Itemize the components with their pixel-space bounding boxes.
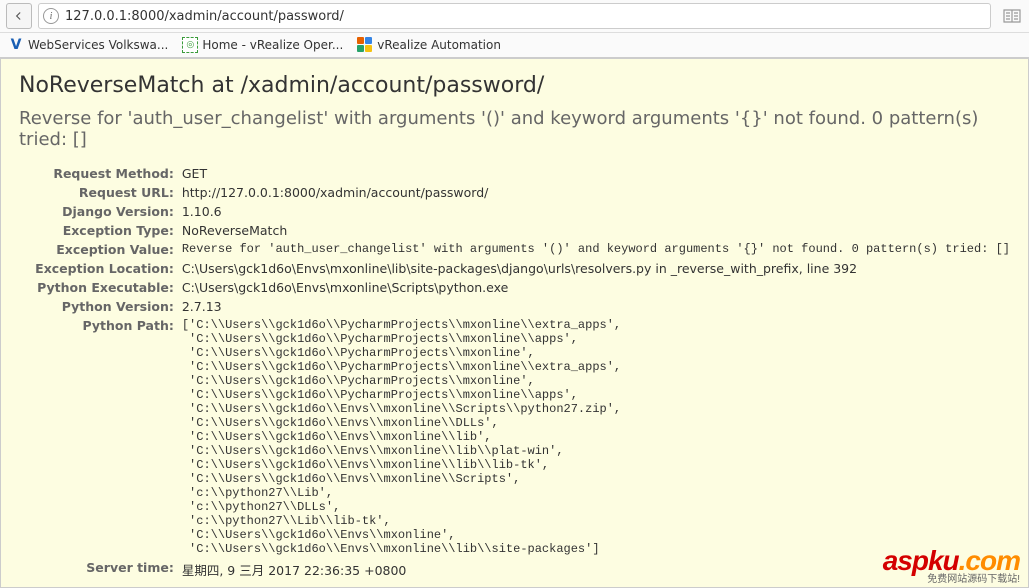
table-row: Exception Value: Reverse for 'auth_user_… — [19, 240, 1010, 259]
label-server-time: Server time: — [19, 558, 182, 581]
label-request-method: Request Method: — [19, 164, 182, 183]
table-row: Server time: 星期四, 9 三月 2017 22:36:35 +08… — [19, 558, 1010, 581]
table-row: Request Method: GET — [19, 164, 1010, 183]
table-row: Python Path: ['C:\\Users\\gck1d6o\\Pycha… — [19, 316, 1010, 558]
navigation-bar: i 127.0.0.1:8000/xadmin/account/password… — [0, 0, 1029, 33]
value-exception-value: Reverse for 'auth_user_changelist' with … — [182, 240, 1010, 259]
bookmark-vrealize-icon: ◎ — [182, 37, 198, 53]
url-text: 127.0.0.1:8000/xadmin/account/password/ — [65, 9, 986, 24]
url-bar[interactable]: i 127.0.0.1:8000/xadmin/account/password… — [38, 3, 991, 29]
label-request-url: Request URL: — [19, 183, 182, 202]
reader-mode-icon[interactable] — [1001, 7, 1023, 25]
value-request-method: GET — [182, 164, 1010, 183]
bookmark-label: Home - vRealize Oper... — [202, 38, 343, 52]
error-meta-table: Request Method: GET Request URL: http://… — [19, 164, 1010, 581]
value-request-url: http://127.0.0.1:8000/xadmin/account/pas… — [182, 183, 1010, 202]
bookmark-label: vRealize Automation — [377, 38, 501, 52]
label-exception-value: Exception Value: — [19, 240, 182, 259]
error-title: NoReverseMatch at /xadmin/account/passwo… — [19, 73, 1010, 98]
bookmark-vrealize-auto[interactable]: vRealize Automation — [357, 37, 501, 53]
error-subtitle: Reverse for 'auth_user_changelist' with … — [19, 108, 1010, 150]
table-row: Python Version: 2.7.13 — [19, 297, 1010, 316]
watermark-subtitle: 免费网站源码下载站! — [883, 575, 1020, 585]
label-python-executable: Python Executable: — [19, 278, 182, 297]
back-button[interactable] — [6, 3, 32, 29]
bookmark-squares-icon — [357, 37, 373, 53]
label-python-version: Python Version: — [19, 297, 182, 316]
value-python-executable: C:\Users\gck1d6o\Envs\mxonline\Scripts\p… — [182, 278, 1010, 297]
arrow-left-icon — [12, 9, 26, 23]
value-django-version: 1.10.6 — [182, 202, 1010, 221]
label-exception-type: Exception Type: — [19, 221, 182, 240]
table-row: Python Executable: C:\Users\gck1d6o\Envs… — [19, 278, 1010, 297]
info-icon[interactable]: i — [43, 8, 59, 24]
django-error-page: NoReverseMatch at /xadmin/account/passwo… — [0, 58, 1029, 588]
value-python-version: 2.7.13 — [182, 297, 1010, 316]
watermark: aspku.com 免费网站源码下载站! — [883, 547, 1020, 585]
value-python-path: ['C:\\Users\\gck1d6o\\PycharmProjects\\m… — [182, 316, 1010, 558]
label-python-path: Python Path: — [19, 316, 182, 558]
bookmark-v-icon: V — [8, 37, 24, 53]
bookmark-vrealize-oper[interactable]: ◎ Home - vRealize Oper... — [182, 37, 343, 53]
browser-chrome: i 127.0.0.1:8000/xadmin/account/password… — [0, 0, 1029, 58]
watermark-logo: aspku.com — [883, 547, 1020, 575]
label-exception-location: Exception Location: — [19, 259, 182, 278]
table-row: Request URL: http://127.0.0.1:8000/xadmi… — [19, 183, 1010, 202]
label-django-version: Django Version: — [19, 202, 182, 221]
bookmark-webservices[interactable]: V WebServices Volkswa... — [8, 37, 168, 53]
bookmark-label: WebServices Volkswa... — [28, 38, 168, 52]
bookmarks-bar: V WebServices Volkswa... ◎ Home - vReali… — [0, 33, 1029, 57]
value-exception-type: NoReverseMatch — [182, 221, 1010, 240]
table-row: Exception Type: NoReverseMatch — [19, 221, 1010, 240]
value-exception-location: C:\Users\gck1d6o\Envs\mxonline\lib\site-… — [182, 259, 1010, 278]
table-row: Exception Location: C:\Users\gck1d6o\Env… — [19, 259, 1010, 278]
table-row: Django Version: 1.10.6 — [19, 202, 1010, 221]
